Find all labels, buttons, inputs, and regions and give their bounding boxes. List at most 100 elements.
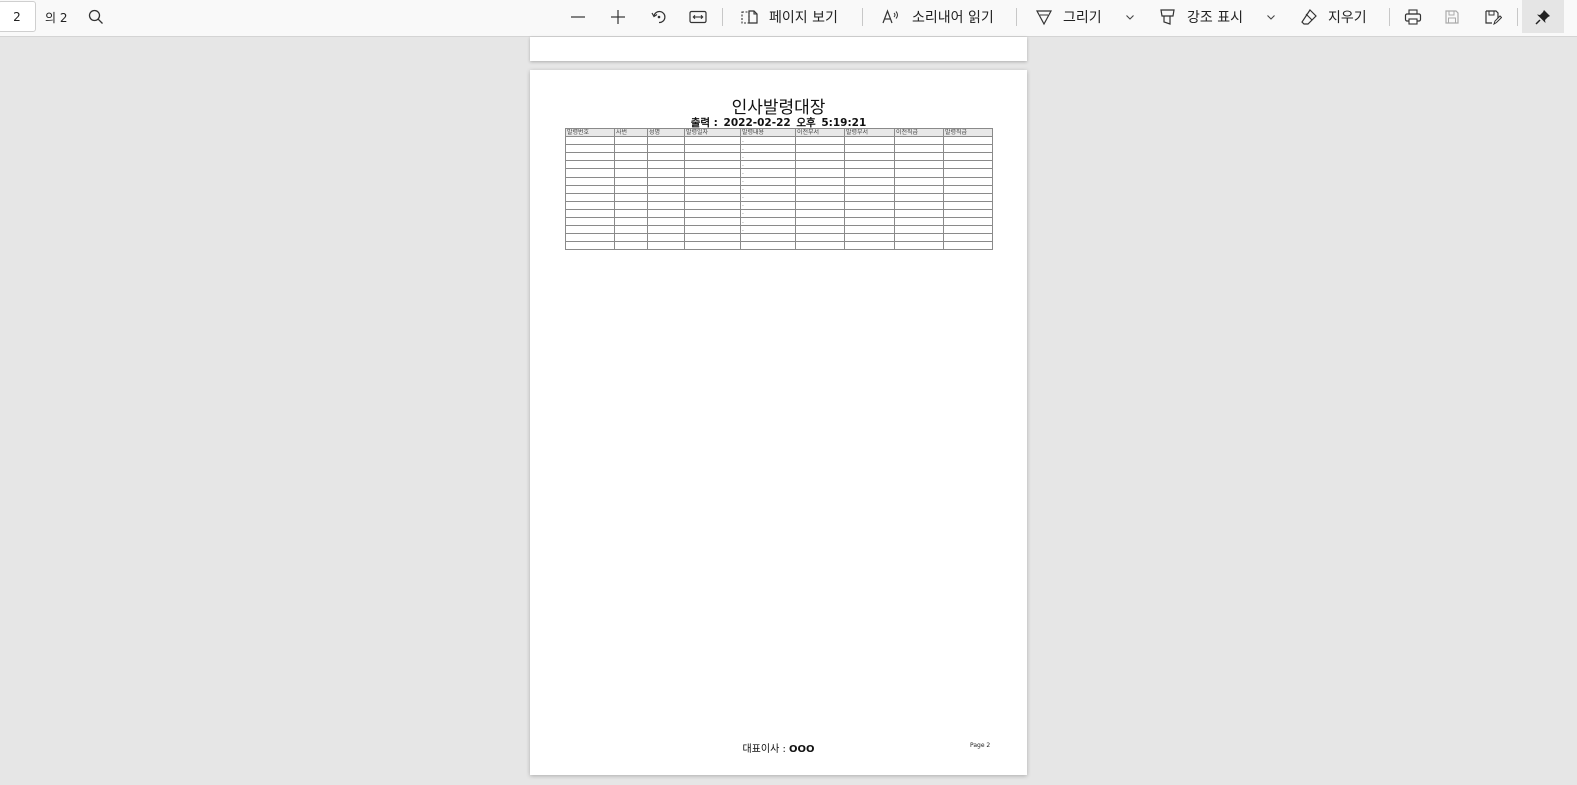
- column-header: 발령내용: [740, 127, 796, 138]
- table-cell: [647, 192, 685, 202]
- table-cell: [614, 176, 648, 186]
- table-cell: [894, 176, 944, 186]
- eraser-icon: [1301, 9, 1317, 25]
- read-aloud-icon: [882, 9, 898, 24]
- fit-width-button[interactable]: [689, 4, 707, 30]
- table-cell: [844, 176, 895, 186]
- toolbar-divider: [1517, 8, 1518, 26]
- table-cell: .: [740, 208, 796, 219]
- table-cell: [943, 136, 993, 146]
- table-cell: [894, 192, 944, 202]
- read-aloud-button[interactable]: 소리내어 읽기: [882, 4, 994, 30]
- page-view-label: 페이지 보기: [769, 10, 838, 26]
- table-cell: [614, 200, 648, 210]
- table-cell: [844, 233, 895, 243]
- table-cell: [943, 241, 993, 251]
- table-cell: [894, 225, 944, 235]
- table-cell: [565, 233, 615, 243]
- print-button[interactable]: [1404, 4, 1422, 30]
- table-cell: [614, 225, 648, 235]
- zoom-out-button[interactable]: [570, 4, 586, 30]
- table-cell: [684, 176, 741, 186]
- table-cell: [647, 176, 685, 186]
- highlighter-icon: [1160, 9, 1175, 25]
- table-cell: [943, 200, 993, 210]
- table-row: .: [565, 168, 993, 178]
- table-cell: [647, 200, 685, 210]
- table-row: .: [565, 225, 993, 235]
- table-cell: [943, 144, 993, 154]
- highlight-button[interactable]: 강조 표시: [1159, 4, 1243, 30]
- table-cell: [647, 168, 685, 178]
- table-cell: [844, 192, 895, 202]
- table-cell: [614, 136, 648, 146]
- table-cell: [943, 192, 993, 202]
- page-view-button[interactable]: 페이지 보기: [741, 4, 838, 30]
- table-row: [565, 233, 993, 243]
- table-cell: [614, 192, 648, 202]
- vertical-scrollbar[interactable]: [1567, 37, 1577, 785]
- column-header: 사번: [614, 127, 648, 138]
- highlight-options-dropdown[interactable]: [1265, 4, 1277, 30]
- table-cell: [943, 208, 993, 219]
- table-cell: [795, 225, 845, 235]
- table-cell: [647, 136, 685, 146]
- column-header: 발령직급: [943, 127, 993, 138]
- table-row: [565, 241, 993, 251]
- toolbar-divider: [1389, 8, 1390, 26]
- draw-label: 그리기: [1063, 10, 1102, 26]
- draw-button[interactable]: 그리기: [1035, 4, 1102, 30]
- table-cell: [844, 200, 895, 210]
- table-cell: [894, 160, 944, 170]
- table-cell: [684, 136, 741, 146]
- table-cell: [844, 217, 895, 227]
- draw-options-dropdown[interactable]: [1124, 4, 1136, 30]
- search-button[interactable]: [88, 4, 104, 30]
- table-cell: [943, 233, 993, 243]
- table-cell: [684, 217, 741, 227]
- zoom-in-button[interactable]: [610, 4, 626, 30]
- table-cell: [894, 144, 944, 154]
- table-cell: [684, 144, 741, 154]
- table-cell: [565, 200, 615, 210]
- table-row: .: [565, 152, 993, 162]
- draw-pen-icon: [1035, 10, 1053, 26]
- table-cell: [740, 241, 796, 251]
- table-cell: [647, 160, 685, 170]
- table-cell: [894, 136, 944, 146]
- table-cell: [795, 241, 845, 251]
- table-row: .: [565, 144, 993, 154]
- save-disk-icon: [1445, 10, 1459, 24]
- table-cell: .: [740, 192, 796, 202]
- table-cell: [844, 168, 895, 178]
- table-body: ............: [565, 136, 993, 251]
- page-footer-number: Page 2: [970, 742, 991, 749]
- rotate-button[interactable]: [650, 4, 668, 30]
- rotate-icon: [651, 10, 666, 24]
- table-cell: [844, 144, 895, 154]
- table-cell: [943, 184, 993, 194]
- table-cell: [684, 160, 741, 170]
- table-cell: [894, 208, 944, 219]
- table-cell: [943, 168, 993, 178]
- table-row: .: [565, 176, 993, 186]
- page-number-input[interactable]: [0, 1, 36, 32]
- table-cell: .: [740, 136, 796, 146]
- page-count: 의 2: [45, 11, 68, 25]
- table-cell: [894, 200, 944, 210]
- save-button[interactable]: [1444, 4, 1460, 30]
- table-cell: [614, 217, 648, 227]
- table-cell: [844, 241, 895, 251]
- chevron-down-icon: [1267, 15, 1275, 20]
- save-as-button[interactable]: [1484, 4, 1502, 30]
- table-cell: [795, 144, 845, 154]
- erase-button[interactable]: 지우기: [1300, 4, 1367, 30]
- table-cell: [795, 160, 845, 170]
- table-cell: [647, 208, 685, 219]
- table-cell: [684, 152, 741, 162]
- table-cell: [565, 168, 615, 178]
- pin-toolbar-button[interactable]: [1522, 0, 1564, 33]
- column-header: 발령일자: [684, 127, 741, 138]
- table-row: .: [565, 136, 993, 146]
- personnel-order-table: 발령번호 사번 성명 발령일자 발령내용 이전부서 발령부서 이전직급 발령직급…: [565, 127, 993, 251]
